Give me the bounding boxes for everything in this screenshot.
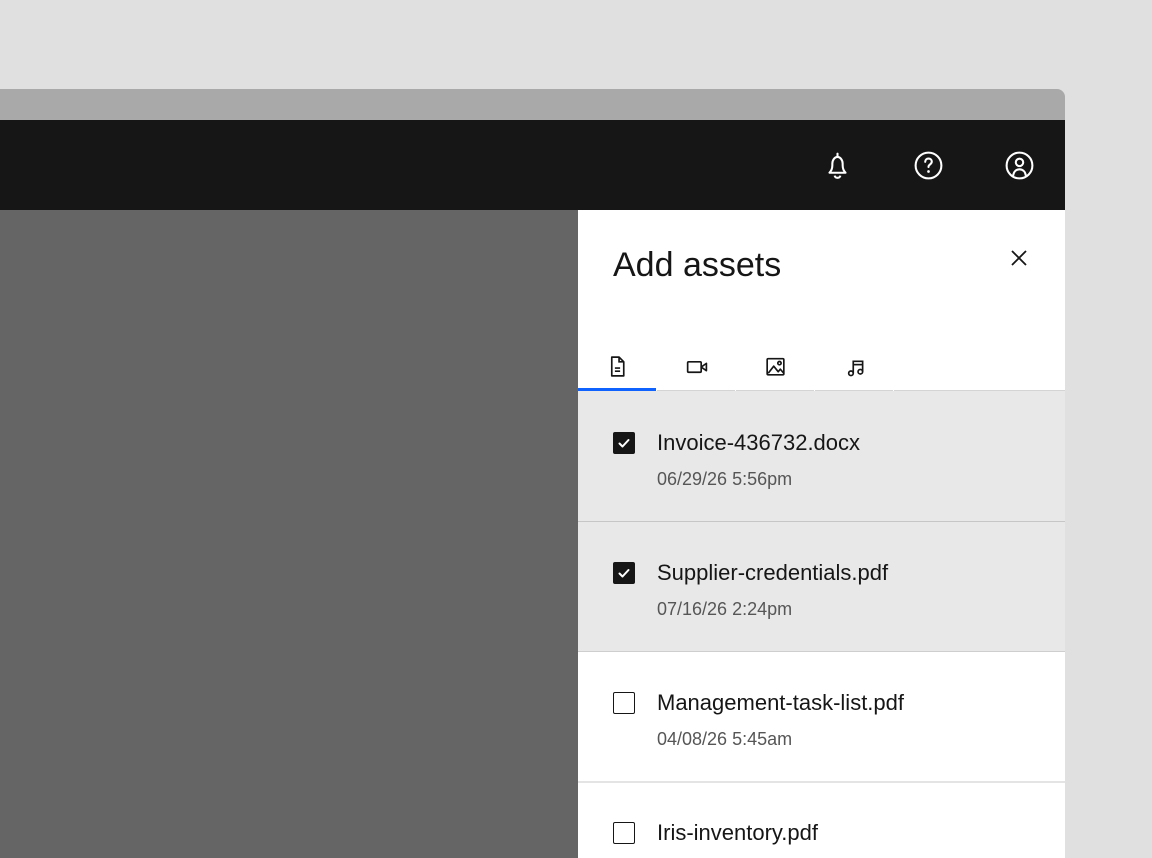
checkbox-checked[interactable] [613, 432, 635, 454]
notifications-button[interactable] [821, 149, 854, 182]
screenshot-canvas: { "header": { "icons": [ { "name": "noti… [0, 0, 1152, 858]
document-icon [605, 354, 630, 379]
video-camera-icon [684, 354, 709, 379]
add-assets-panel: Add assets [578, 210, 1065, 858]
checkbox-unchecked[interactable] [613, 822, 635, 844]
tab-audio[interactable] [815, 345, 893, 391]
asset-row[interactable]: Iris-inventory.pdf [578, 781, 1065, 858]
image-icon [763, 354, 788, 379]
asset-meta: Iris-inventory.pdf [657, 821, 818, 858]
browser-titlebar [0, 89, 1065, 120]
checkbox-unchecked[interactable] [613, 692, 635, 714]
asset-meta: Supplier-credentials.pdf 07/16/26 2:24pm [657, 561, 888, 651]
app-window: Add assets [0, 89, 1065, 858]
tab-documents[interactable] [578, 345, 656, 391]
asset-date: 04/08/26 5:45am [657, 728, 904, 750]
asset-name: Iris-inventory.pdf [657, 821, 818, 845]
tabs-filler [894, 345, 1065, 391]
asset-list: Invoice-436732.docx 06/29/26 5:56pm Supp… [578, 391, 1065, 858]
asset-meta: Management-task-list.pdf 04/08/26 5:45am [657, 691, 904, 781]
window-body: Add assets [0, 210, 1065, 858]
user-avatar-icon [1003, 149, 1036, 182]
panel-header: Add assets [578, 210, 1065, 345]
checkbox-checked[interactable] [613, 562, 635, 584]
close-button[interactable] [1007, 246, 1031, 270]
asset-type-tabs [578, 345, 1065, 391]
close-icon [1008, 247, 1030, 269]
asset-name: Management-task-list.pdf [657, 691, 904, 715]
help-icon [912, 149, 945, 182]
panel-title: Add assets [613, 246, 781, 285]
asset-date: 06/29/26 5:56pm [657, 468, 860, 490]
music-note-icon [842, 354, 867, 379]
tab-images[interactable] [736, 345, 814, 391]
help-button[interactable] [912, 149, 945, 182]
header-actions [821, 149, 1036, 182]
page-backdrop [0, 210, 578, 858]
asset-meta: Invoice-436732.docx 06/29/26 5:56pm [657, 431, 860, 521]
app-header [0, 120, 1065, 210]
account-button[interactable] [1003, 149, 1036, 182]
asset-name: Supplier-credentials.pdf [657, 561, 888, 585]
tab-video[interactable] [657, 345, 735, 391]
bell-icon [821, 149, 854, 182]
asset-date: 07/16/26 2:24pm [657, 598, 888, 620]
asset-row[interactable]: Supplier-credentials.pdf 07/16/26 2:24pm [578, 521, 1065, 651]
asset-row[interactable]: Invoice-436732.docx 06/29/26 5:56pm [578, 391, 1065, 521]
asset-row[interactable]: Management-task-list.pdf 04/08/26 5:45am [578, 651, 1065, 781]
asset-name: Invoice-436732.docx [657, 431, 860, 455]
